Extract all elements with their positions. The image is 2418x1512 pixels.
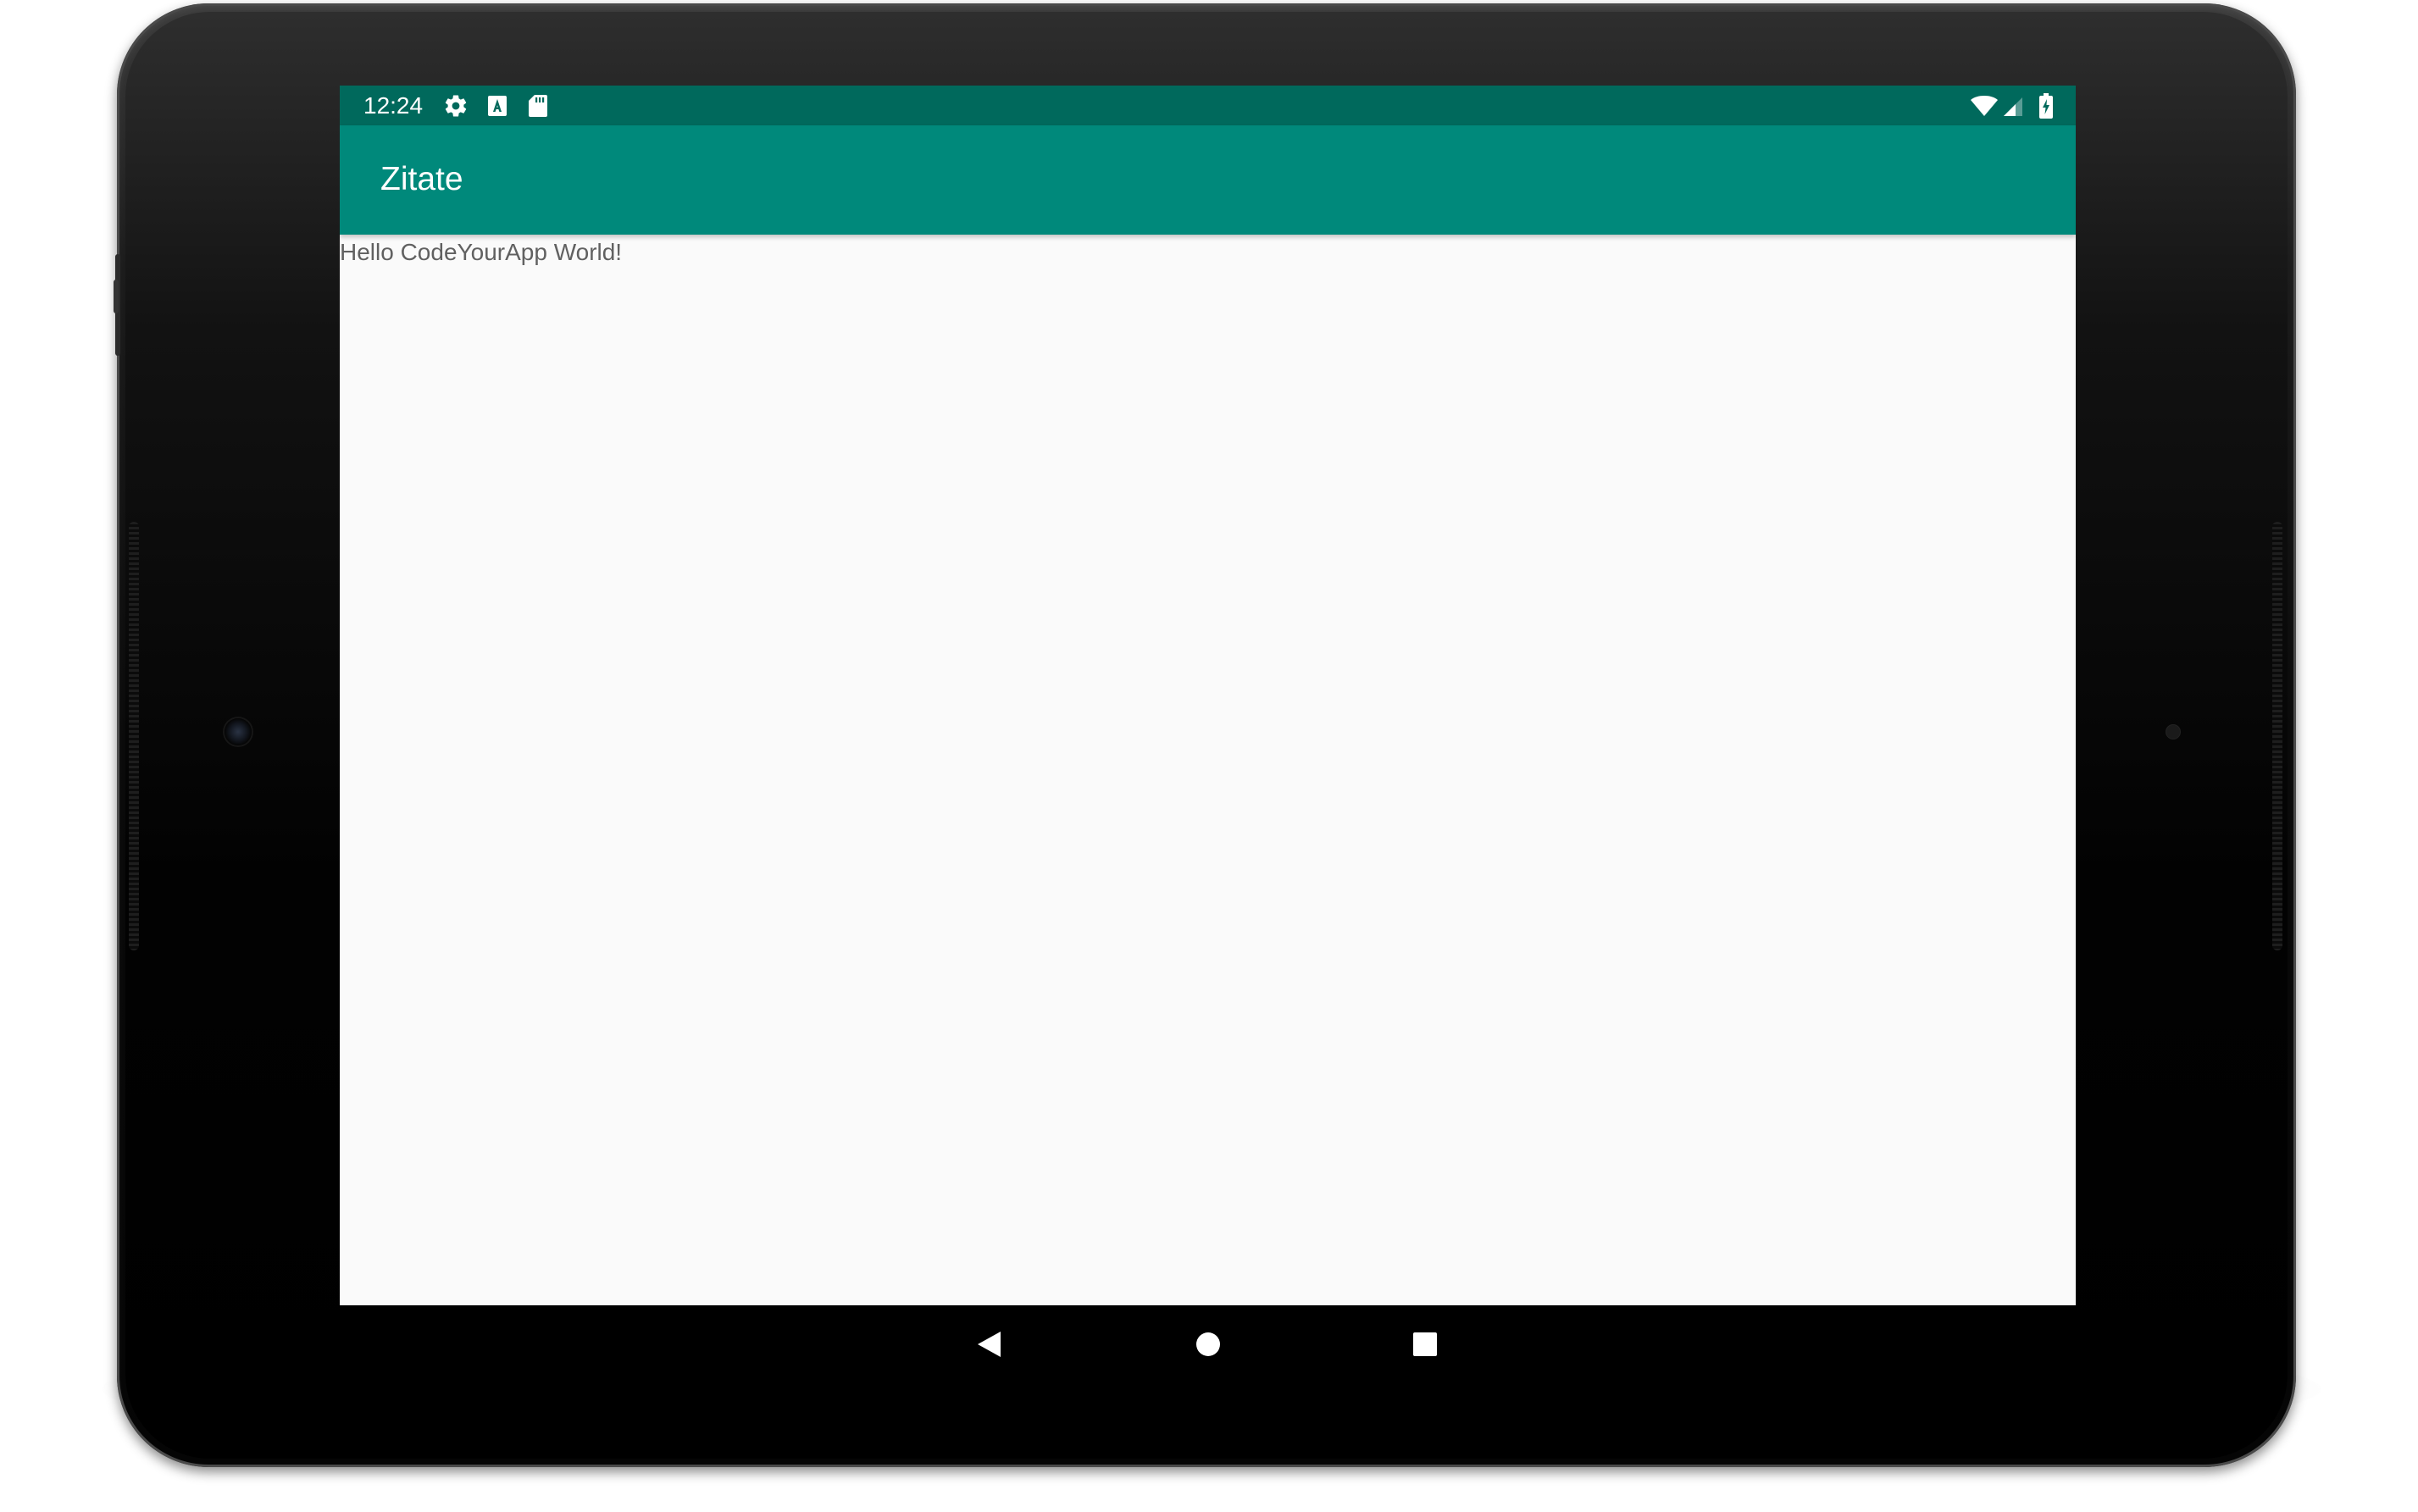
settings-icon bbox=[443, 93, 469, 119]
sd-card-icon bbox=[528, 94, 548, 119]
home-icon bbox=[1195, 1332, 1221, 1361]
status-time: 12:24 bbox=[363, 92, 424, 119]
power-button bbox=[114, 280, 119, 313]
navigation-bar bbox=[340, 1305, 2076, 1387]
keyboard-a-icon bbox=[487, 95, 507, 120]
status-bar: 12:24 bbox=[340, 86, 2076, 125]
light-sensor bbox=[2166, 725, 2180, 739]
recents-icon bbox=[1412, 1332, 1438, 1361]
app-title: Zitate bbox=[380, 161, 463, 197]
back-icon bbox=[975, 1330, 1004, 1363]
front-camera bbox=[225, 718, 252, 745]
stage: 12:24 Zitate Hello CodeYourApp World! bbox=[0, 0, 2418, 1512]
speaker-grille-left bbox=[129, 522, 139, 950]
back-button[interactable] bbox=[964, 1321, 1015, 1371]
cell-signal-icon bbox=[2003, 97, 2023, 122]
battery-charging-icon bbox=[2039, 93, 2053, 119]
home-button[interactable] bbox=[1183, 1321, 1234, 1371]
recents-button[interactable] bbox=[1400, 1321, 1450, 1371]
app-toolbar: Zitate bbox=[340, 125, 2076, 235]
speaker-grille-right bbox=[2272, 522, 2282, 950]
hello-text: Hello CodeYourApp World! bbox=[340, 239, 623, 265]
wifi-icon bbox=[1970, 95, 1999, 120]
screen: 12:24 Zitate Hello CodeYourApp World! bbox=[340, 86, 2076, 1305]
